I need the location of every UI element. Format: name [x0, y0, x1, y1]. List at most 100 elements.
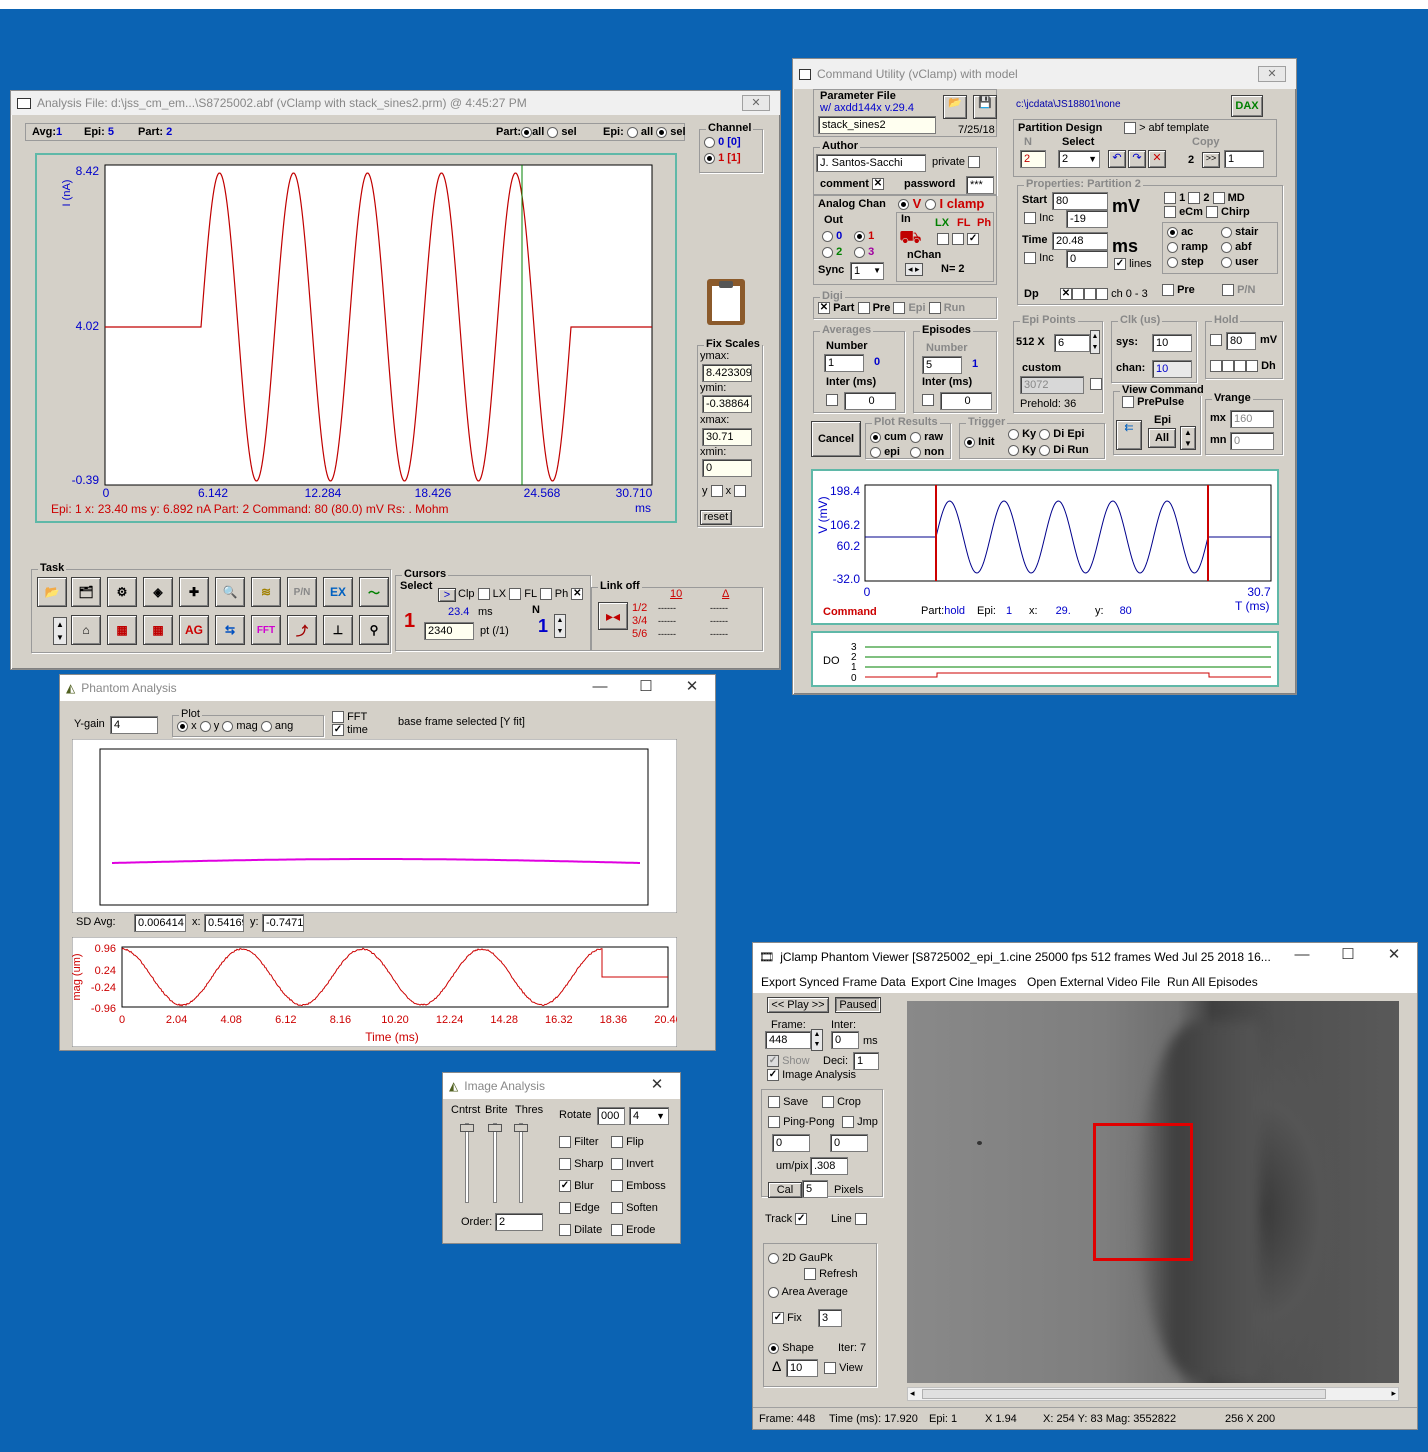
dp-checkbox-0[interactable]: ✕ [1060, 288, 1072, 300]
roi-box[interactable] [1093, 1123, 1193, 1261]
clamp-icon[interactable]: ⚲ [359, 615, 389, 645]
rotate-field[interactable]: 000 [597, 1107, 625, 1125]
frame-field[interactable]: 448 [765, 1031, 811, 1049]
digi-epi-checkbox[interactable] [893, 302, 905, 314]
author-field[interactable]: J. Santos-Sacchi [816, 154, 926, 172]
out3-radio[interactable] [854, 247, 865, 258]
comment-checkbox[interactable]: ✕ [872, 178, 884, 190]
fl-checkbox[interactable] [540, 588, 552, 600]
epi-sel-radio[interactable] [656, 127, 667, 138]
channel-1-radio[interactable] [704, 153, 715, 164]
calculator-e-icon[interactable]: ▦ [143, 615, 173, 645]
calculator-f-icon[interactable]: ▦ [107, 615, 137, 645]
gaupk-radio[interactable] [768, 1253, 779, 1264]
rotate-dropdown[interactable]: 4 ▼ [629, 1107, 669, 1125]
vclamp-radio[interactable] [898, 199, 909, 210]
minimize-button[interactable]: — [1279, 943, 1325, 967]
avg-number-field[interactable]: 1 [824, 354, 864, 372]
time-inc-checkbox[interactable] [1024, 252, 1036, 264]
phantom-titlebar[interactable]: ◭ Phantom Analysis — ☐ ✕ [60, 675, 715, 701]
out2-radio[interactable] [822, 247, 833, 258]
cum-radio[interactable] [870, 432, 881, 443]
sys-field[interactable]: 10 [1152, 334, 1192, 352]
x-field[interactable]: 0.54169 [204, 914, 244, 932]
copy-button[interactable]: >> [1202, 152, 1220, 168]
dh-checkbox-1[interactable] [1222, 360, 1234, 372]
chirp-checkbox[interactable] [1206, 206, 1218, 218]
epi-all-radio[interactable] [627, 127, 638, 138]
ky-run-radio[interactable] [1008, 445, 1019, 456]
measure-icon[interactable]: ≋ [251, 577, 281, 607]
digi-pre-checkbox[interactable] [858, 302, 870, 314]
link-button[interactable]: ▸◂ [598, 602, 628, 630]
abf-template-checkbox[interactable] [1124, 122, 1136, 134]
maximize-button[interactable]: ☐ [1325, 943, 1371, 967]
time-checkbox[interactable]: ✓ [332, 724, 344, 736]
jmp-checkbox[interactable] [842, 1116, 854, 1128]
pingpong-checkbox[interactable] [768, 1116, 780, 1128]
nchan-arrows[interactable]: ◂ ▸ [905, 263, 923, 276]
undo-icon[interactable]: ↶ [1108, 150, 1126, 168]
custom-checkbox[interactable] [1090, 378, 1102, 390]
menu-run-all[interactable]: Run All Episodes [1167, 971, 1258, 993]
select-dropdown[interactable]: 2 ▼ [1058, 150, 1100, 168]
spin-control[interactable]: ▲ ▼ [53, 617, 67, 645]
dh-checkbox-2[interactable] [1234, 360, 1246, 372]
raw-radio[interactable] [910, 432, 921, 443]
custom-field[interactable]: 3072 [1020, 376, 1084, 394]
dp-checkbox-3[interactable] [1096, 288, 1108, 300]
channel-0-radio[interactable] [704, 137, 715, 148]
crop-y-field[interactable]: 0 [830, 1134, 868, 1152]
clipboard-icon[interactable] [707, 279, 745, 325]
paused-button[interactable]: Paused [835, 997, 881, 1013]
ecm-checkbox[interactable] [1164, 206, 1176, 218]
start-inc-checkbox[interactable] [1024, 212, 1036, 224]
di-run-radio[interactable] [1039, 445, 1050, 456]
contrast-slider[interactable] [465, 1123, 469, 1203]
redo-icon[interactable]: ↷ [1128, 150, 1146, 168]
fft-checkbox[interactable] [332, 711, 344, 723]
brightness-slider[interactable] [493, 1123, 497, 1203]
delta-field[interactable]: 10 [786, 1359, 818, 1377]
swap-icon[interactable]: ⇆ [215, 615, 245, 645]
menu-export-cine[interactable]: Export Cine Images [911, 971, 1016, 993]
export-icon[interactable]: EX [323, 577, 353, 607]
erode-checkbox[interactable] [611, 1224, 623, 1236]
baseline-icon[interactable]: ⊥ [323, 615, 353, 645]
cancel-button[interactable]: Cancel [811, 421, 861, 457]
non-radio[interactable] [910, 447, 921, 458]
analysis-chart[interactable]: I (nA) 8.42 4.02 -0.39 0 6.142 12.284 18… [35, 153, 677, 523]
digi-part-checkbox[interactable]: ✕ [818, 302, 830, 314]
lx-checkbox[interactable] [509, 588, 521, 600]
menu-open-video[interactable]: Open External Video File [1027, 971, 1160, 993]
epi-updown-button[interactable]: ▲ ▼ [1180, 426, 1196, 450]
zoom-icon[interactable]: 🔍 [215, 577, 245, 607]
ph-checkbox[interactable]: ✕ [571, 588, 583, 600]
inter-field[interactable]: 0 [831, 1031, 859, 1049]
ymax-field[interactable]: 8.423309 [702, 364, 752, 382]
dp-checkbox-2[interactable] [1084, 288, 1096, 300]
dilate-checkbox[interactable] [559, 1224, 571, 1236]
epi-spinner[interactable]: ▲ ▼ [1090, 330, 1100, 354]
save-checkbox[interactable] [768, 1096, 780, 1108]
cursor-next-button[interactable]: > [438, 588, 456, 602]
prepulse-checkbox[interactable] [1122, 396, 1134, 408]
track-checkbox[interactable]: ✓ [795, 1213, 807, 1225]
minimize-button[interactable]: — [577, 675, 623, 699]
folder-icon[interactable]: 🗂 [71, 577, 101, 607]
pre-checkbox[interactable] [1162, 284, 1174, 296]
password-field[interactable]: *** [966, 176, 994, 194]
curve-icon[interactable]: ⤴ [287, 615, 317, 645]
phantom-xy-plot[interactable] [72, 739, 677, 913]
fix-checkbox[interactable]: ✓ [772, 1312, 784, 1324]
hold-checkbox[interactable] [1210, 334, 1222, 346]
crop-checkbox[interactable] [822, 1096, 834, 1108]
point-field[interactable]: 2340 [424, 622, 474, 640]
ky-epi-radio[interactable] [1008, 429, 1019, 440]
epi-all-button[interactable]: All [1148, 428, 1176, 448]
sync-dropdown[interactable]: 1 ▼ [850, 262, 884, 280]
fft-button[interactable]: FFT [251, 615, 281, 645]
line-checkbox[interactable] [855, 1213, 867, 1225]
shape-radio[interactable] [768, 1343, 779, 1354]
menu-export-synced[interactable]: Export Synced Frame Data [761, 971, 906, 993]
